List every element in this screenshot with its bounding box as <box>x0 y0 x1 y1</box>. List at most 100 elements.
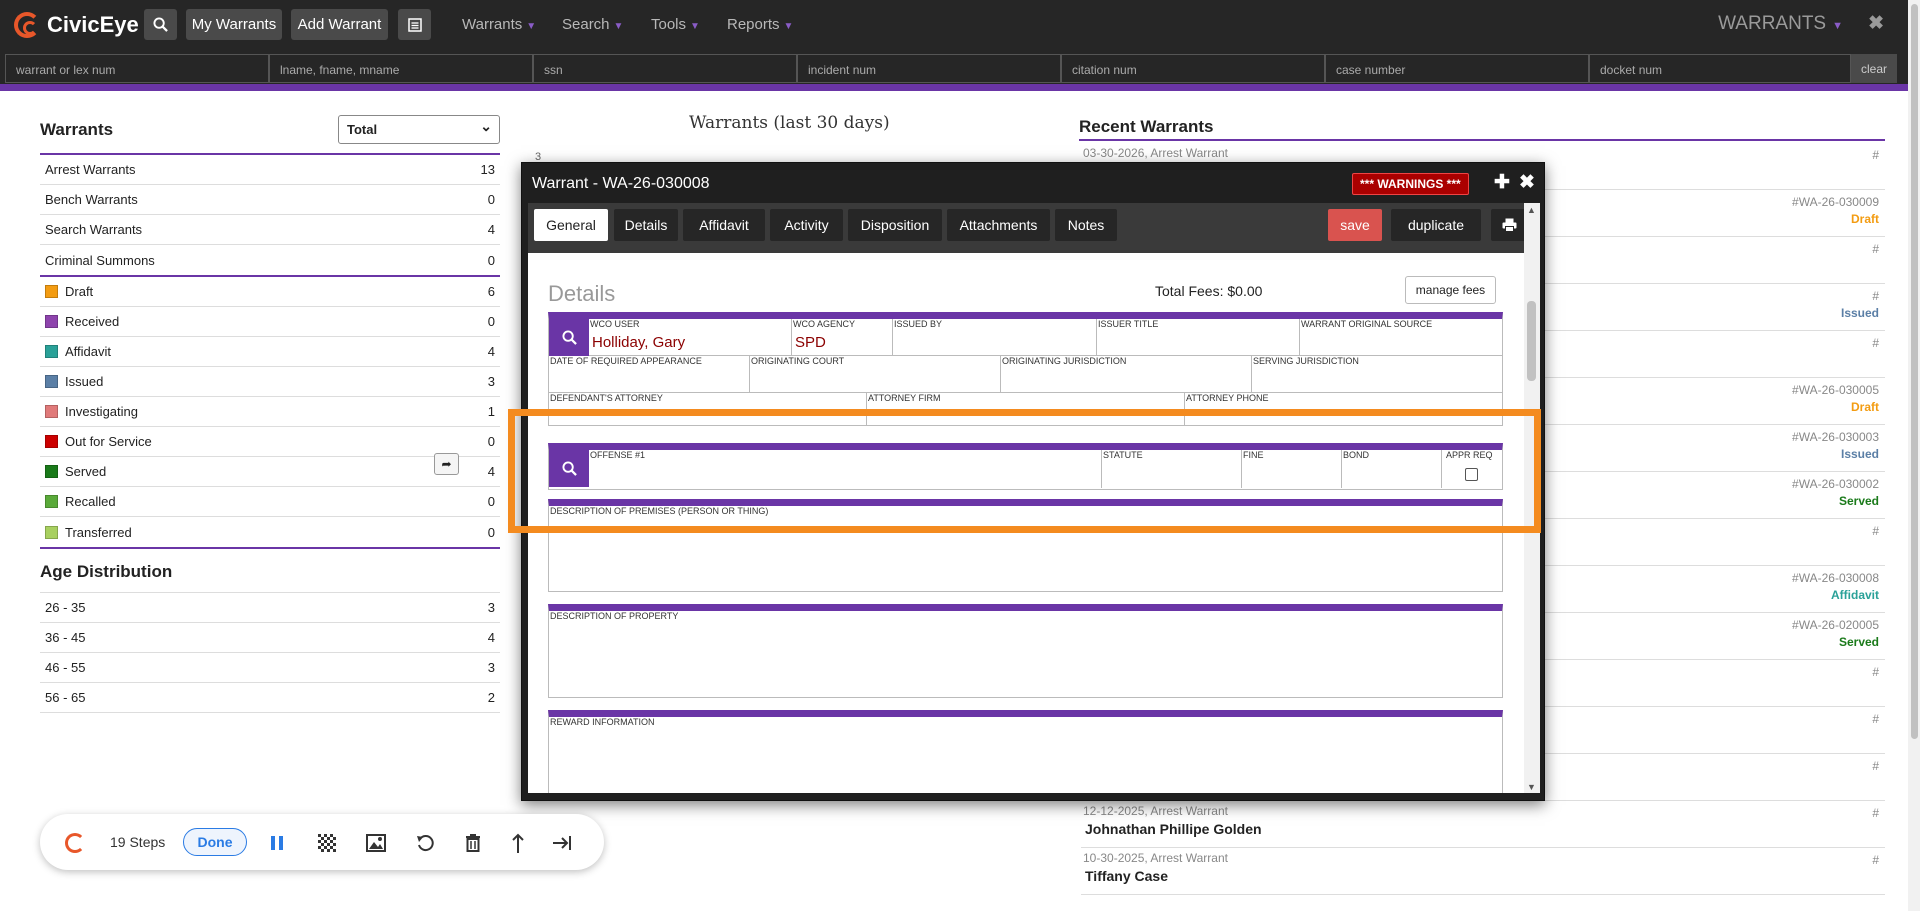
property-section[interactable]: DESCRIPTION OF PROPERTY <box>548 604 1503 698</box>
recent-number[interactable]: # <box>1872 712 1879 726</box>
tab-activity[interactable]: Activity <box>770 209 843 241</box>
summary-row[interactable]: Issued 3 <box>40 367 500 397</box>
tab-details[interactable]: Details <box>614 209 678 241</box>
close-icon[interactable]: ✖ <box>1519 171 1535 194</box>
menu-warrants[interactable]: Warrants ▼ <box>462 16 536 33</box>
recent-warrant-row[interactable]: 12-12-2025, Arrest Warrant Johnathan Phil… <box>1081 801 1885 848</box>
summary-row[interactable]: Out for Service 0 <box>40 427 500 457</box>
menu-search[interactable]: Search ▼ <box>562 16 623 33</box>
share-icon[interactable]: ➦ <box>434 453 459 475</box>
warnings-badge[interactable]: *** WARNINGS *** <box>1352 173 1469 195</box>
summary-row[interactable]: Served 4 <box>40 457 500 487</box>
incident-num-input[interactable]: incident num <box>797 54 1061 83</box>
recent-number[interactable]: # <box>1872 853 1879 867</box>
pause-icon[interactable] <box>266 832 288 854</box>
list-icon[interactable] <box>398 9 431 40</box>
reward-section[interactable]: REWARD INFORMATION <box>548 710 1503 793</box>
recent-number[interactable]: #WA-26-030008 <box>1792 571 1879 585</box>
serving-jurisdiction-field[interactable]: SERVING JURISDICTION <box>1252 356 1502 393</box>
undo-icon[interactable] <box>414 832 436 854</box>
scroll-down-icon[interactable]: ▼ <box>1527 782 1536 792</box>
page-scrollbar-thumb[interactable] <box>1911 4 1918 739</box>
tab-affidavit[interactable]: Affidavit <box>683 209 765 241</box>
tab-disposition[interactable]: Disposition <box>848 209 942 241</box>
tab-general[interactable]: General <box>534 209 608 241</box>
arrow-up-icon[interactable] <box>507 832 529 854</box>
clear-button[interactable]: clear <box>1851 54 1897 83</box>
citation-num-input[interactable]: citation num <box>1061 54 1325 83</box>
save-button[interactable]: save <box>1328 209 1382 241</box>
recent-number[interactable]: #WA-26-030002 <box>1792 477 1879 491</box>
name-input[interactable]: lname, fname, mname <box>269 54 533 83</box>
wco-agency-field[interactable]: WCO AGENCY SPD <box>792 319 893 356</box>
row-label: Out for Service <box>65 434 152 449</box>
summary-row[interactable]: Received 0 <box>40 307 500 337</box>
recent-number[interactable]: #WA-26-020005 <box>1792 618 1879 632</box>
menu-tools[interactable]: Tools ▼ <box>651 16 700 33</box>
recent-number[interactable]: #WA-26-030005 <box>1792 383 1879 397</box>
issuer-title-field[interactable]: ISSUER TITLE <box>1097 319 1300 356</box>
module-selector[interactable]: WARRANTS ▼ <box>1718 13 1843 35</box>
menu-reports[interactable]: Reports ▼ <box>727 16 793 33</box>
summary-row[interactable]: Draft 6 <box>40 277 500 307</box>
summary-row[interactable]: Recalled 0 <box>40 487 500 517</box>
recent-warrant-row[interactable]: 10-30-2025, Arrest Warrant Tiffany Case # <box>1081 848 1885 895</box>
user-search-button[interactable] <box>549 319 589 356</box>
scroll-up-icon[interactable]: ▲ <box>1527 205 1536 215</box>
originating-jurisdiction-field[interactable]: ORIGINATING JURISDICTION <box>1001 356 1252 393</box>
close-icon[interactable]: ✖ <box>1868 12 1884 35</box>
recent-number[interactable]: # <box>1872 289 1879 303</box>
summary-row[interactable]: Arrest Warrants 13 <box>40 155 500 185</box>
ssn-input[interactable]: ssn <box>533 54 797 83</box>
total-select[interactable]: Total <box>338 115 500 144</box>
recent-number[interactable]: # <box>1872 759 1879 773</box>
originating-court-field[interactable]: ORIGINATING COURT <box>750 356 1001 393</box>
status-badge: Served <box>1838 635 1879 649</box>
modal-scrollbar-thumb[interactable] <box>1527 301 1536 381</box>
plus-icon[interactable]: ✚ <box>1494 171 1510 194</box>
warrant-source-field[interactable]: WARRANT ORIGINAL SOURCE <box>1300 319 1502 356</box>
summary-row[interactable]: 46 - 55 3 <box>40 653 500 683</box>
recent-number[interactable]: # <box>1872 806 1879 820</box>
civiceye-logo[interactable]: CivicEye <box>14 10 139 40</box>
blur-icon[interactable] <box>316 832 338 854</box>
recent-number[interactable]: # <box>1872 665 1879 679</box>
row-count: 4 <box>487 344 495 359</box>
summary-row[interactable]: Investigating 1 <box>40 397 500 427</box>
summary-row[interactable]: Criminal Summons 0 <box>40 245 500 275</box>
warrant-num-input[interactable]: warrant or lex num <box>5 54 269 83</box>
done-button[interactable]: Done <box>183 828 247 856</box>
case-number-input[interactable]: case number <box>1325 54 1589 83</box>
skip-to-end-icon[interactable] <box>551 832 573 854</box>
recent-number[interactable]: # <box>1872 524 1879 538</box>
add-warrant-button[interactable]: Add Warrant <box>291 9 388 40</box>
summary-row[interactable]: Affidavit 4 <box>40 337 500 367</box>
recent-number[interactable]: # <box>1872 148 1879 162</box>
summary-row[interactable]: 36 - 45 4 <box>40 623 500 653</box>
wco-user-field[interactable]: WCO USER Holliday, Gary <box>589 319 792 356</box>
summary-row[interactable]: 26 - 35 3 <box>40 593 500 623</box>
field-label: WCO AGENCY <box>793 319 856 329</box>
summary-row[interactable]: Bench Warrants 0 <box>40 185 500 215</box>
my-warrants-button[interactable]: My Warrants <box>186 9 282 40</box>
row-count: 0 <box>487 524 495 540</box>
print-icon[interactable] <box>1491 209 1527 241</box>
recent-number[interactable]: #WA-26-030003 <box>1792 430 1879 444</box>
image-icon[interactable] <box>365 832 387 854</box>
required-appearance-field[interactable]: DATE OF REQUIRED APPEARANCE <box>549 356 750 393</box>
search-icon[interactable] <box>144 9 177 40</box>
manage-fees-button[interactable]: manage fees <box>1405 276 1496 304</box>
tab-attachments[interactable]: Attachments <box>947 209 1050 241</box>
tab-notes[interactable]: Notes <box>1055 209 1117 241</box>
duplicate-button[interactable]: duplicate <box>1391 209 1481 241</box>
recent-number[interactable]: # <box>1872 242 1879 256</box>
recent-number[interactable]: # <box>1872 336 1879 350</box>
recent-number[interactable]: #WA-26-030009 <box>1792 195 1879 209</box>
summary-row[interactable]: Search Warrants 4 <box>40 215 500 245</box>
summary-row[interactable]: 56 - 65 2 <box>40 683 500 713</box>
summary-row[interactable]: Transferred 0 <box>40 517 500 547</box>
docket-num-input[interactable]: docket num <box>1589 54 1851 83</box>
row-label: Arrest Warrants <box>45 162 136 177</box>
trash-icon[interactable] <box>462 832 484 854</box>
issued-by-field[interactable]: ISSUED BY <box>893 319 1097 356</box>
